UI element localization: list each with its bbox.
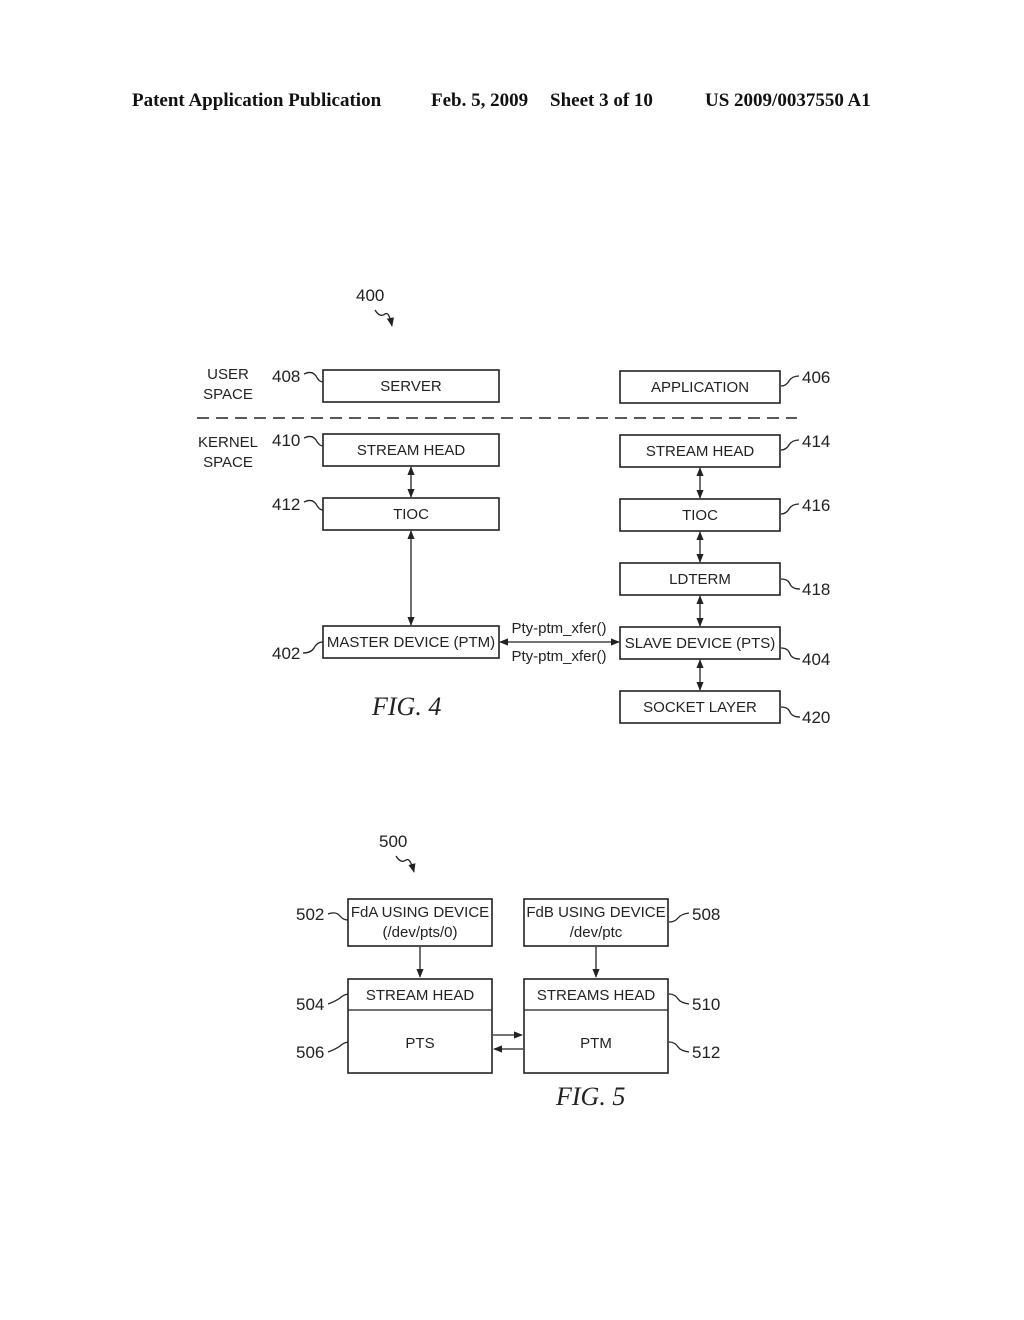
user-space-label-2: SPACE — [203, 386, 253, 403]
ref-414-leader — [780, 439, 800, 451]
kernel-space-label-1: KERNEL — [198, 434, 258, 451]
ref-406: 406 — [802, 368, 830, 387]
stream-head-right-label: STREAM HEAD — [646, 443, 755, 460]
ref-502-leader — [327, 912, 349, 921]
fig5-caption: FIG. 5 — [555, 1082, 625, 1111]
ref-504: 504 — [296, 995, 324, 1014]
tioc-right-box: TIOC — [619, 498, 781, 532]
ref-410-leader — [303, 435, 324, 447]
server-label: SERVER — [380, 378, 442, 395]
fda-box: FdA USING DEVICE (/dev/pts/0) — [347, 898, 493, 947]
ref-402-leader — [302, 641, 324, 654]
figure-5: 500 FdA USING DEVICE (/dev/pts/0) 502 ST… — [296, 832, 720, 1111]
ptm-stack: STREAMS HEAD PTM — [523, 978, 669, 1074]
slave-device-label: SLAVE DEVICE (PTS) — [625, 635, 776, 652]
ref-416-leader — [780, 503, 800, 515]
master-device-label: MASTER DEVICE (PTM) — [327, 634, 495, 651]
ref-506-leader — [327, 1041, 349, 1053]
user-space-label-1: USER — [207, 366, 249, 383]
ref-408-leader — [303, 371, 324, 383]
ref-504-leader — [327, 993, 349, 1005]
ref-510: 510 — [692, 995, 720, 1014]
fig4-ref-400: 400 — [356, 286, 384, 305]
ref-506: 506 — [296, 1043, 324, 1062]
application-box: APPLICATION — [619, 370, 781, 404]
socket-layer-box: SOCKET LAYER — [619, 690, 781, 724]
patent-figures: 400 USER SPACE KERNEL SPACE SERVER 408 S… — [197, 286, 830, 1111]
ref-418-leader — [780, 578, 801, 590]
figure-4: 400 USER SPACE KERNEL SPACE SERVER 408 S… — [197, 286, 830, 727]
stream-head-left-label: STREAM HEAD — [357, 442, 466, 459]
ref-508-leader — [668, 912, 690, 923]
ref-412-leader — [303, 499, 324, 511]
fig4-ref-arrow — [374, 309, 394, 327]
ref-512-leader — [668, 1041, 690, 1053]
fda-label-line1: FdA USING DEVICE — [351, 904, 489, 921]
stream-head-label: STREAM HEAD — [366, 987, 475, 1004]
ptm-label: PTM — [580, 1035, 612, 1052]
fig5-ref-500: 500 — [379, 832, 407, 851]
xfer-label-bottom: Pty-ptm_xfer() — [511, 648, 606, 665]
tioc-left-label: TIOC — [393, 506, 429, 523]
socket-layer-label: SOCKET LAYER — [643, 699, 757, 716]
ref-416: 416 — [802, 496, 830, 515]
ref-402: 402 — [272, 644, 300, 663]
server-box: SERVER — [322, 369, 500, 403]
fdb-label-line1: FdB USING DEVICE — [526, 904, 665, 921]
stream-head-left-box: STREAM HEAD — [322, 433, 500, 467]
fda-label-line2: (/dev/pts/0) — [382, 924, 457, 941]
pts-stack: STREAM HEAD PTS — [347, 978, 493, 1074]
ref-508: 508 — [692, 905, 720, 924]
ref-404: 404 — [802, 650, 830, 669]
ldterm-label: LDTERM — [669, 571, 731, 588]
slave-device-box: SLAVE DEVICE (PTS) — [619, 626, 781, 660]
streams-head-label: STREAMS HEAD — [537, 987, 656, 1004]
xfer-label-top: Pty-ptm_xfer() — [511, 620, 606, 637]
ref-502: 502 — [296, 905, 324, 924]
fdb-label-line2: /dev/ptc — [570, 924, 623, 941]
stream-head-right-box: STREAM HEAD — [619, 434, 781, 468]
application-label: APPLICATION — [651, 379, 749, 396]
ref-510-leader — [668, 993, 690, 1005]
ref-420: 420 — [802, 708, 830, 727]
ref-410: 410 — [272, 431, 300, 450]
ref-512: 512 — [692, 1043, 720, 1062]
fig5-ref-arrow — [395, 855, 416, 873]
tioc-left-box: TIOC — [322, 497, 500, 531]
ref-404-leader — [780, 647, 801, 660]
ref-408: 408 — [272, 367, 300, 386]
master-device-box: MASTER DEVICE (PTM) — [322, 625, 500, 659]
kernel-space-label-2: SPACE — [203, 454, 253, 471]
ref-412: 412 — [272, 495, 300, 514]
ref-418: 418 — [802, 580, 830, 599]
ref-406-leader — [780, 375, 800, 387]
ref-420-leader — [780, 706, 801, 718]
ldterm-box: LDTERM — [619, 562, 781, 596]
pts-label: PTS — [405, 1035, 434, 1052]
fdb-box: FdB USING DEVICE /dev/ptc — [523, 898, 669, 947]
tioc-right-label: TIOC — [682, 507, 718, 524]
fig4-caption: FIG. 4 — [371, 692, 441, 721]
ref-414: 414 — [802, 432, 830, 451]
